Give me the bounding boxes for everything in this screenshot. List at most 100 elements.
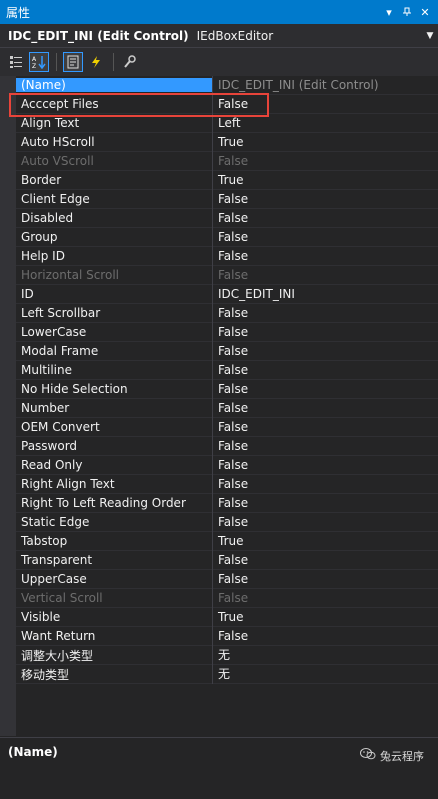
property-name: No Hide Selection xyxy=(21,382,128,396)
property-value[interactable]: False xyxy=(212,208,438,228)
property-grid: (Name) IDC_EDIT_INI (Edit Control) Accce… xyxy=(0,75,438,736)
property-value[interactable]: False xyxy=(212,569,438,589)
property-value[interactable]: False xyxy=(212,588,438,608)
property-value[interactable]: False xyxy=(212,94,438,114)
property-value[interactable]: False xyxy=(212,303,438,323)
property-value[interactable]: Left xyxy=(212,113,438,133)
property-row[interactable]: Vertical Scroll False xyxy=(16,588,438,608)
property-name: Right To Left Reading Order xyxy=(21,496,186,510)
property-row[interactable]: Transparent False xyxy=(16,550,438,570)
property-row[interactable]: Border True xyxy=(16,170,438,190)
property-row[interactable]: Want Return False xyxy=(16,626,438,646)
alphabetical-icon[interactable]: AZ xyxy=(29,52,49,72)
property-name: Help ID xyxy=(21,249,65,263)
property-row[interactable]: 调整大小类型 无 xyxy=(16,645,438,665)
property-value[interactable]: False xyxy=(212,246,438,266)
property-row[interactable]: Modal Frame False xyxy=(16,341,438,361)
property-row[interactable]: Static Edge False xyxy=(16,512,438,532)
object-name: IDC_EDIT_INI (Edit Control) xyxy=(8,28,189,43)
property-pages-icon[interactable] xyxy=(120,52,140,72)
property-value[interactable]: True xyxy=(212,170,438,190)
property-row[interactable]: Align Text Left xyxy=(16,113,438,133)
property-row[interactable]: OEM Convert False xyxy=(16,417,438,437)
events-icon[interactable] xyxy=(86,52,106,72)
description-pane: (Name) 兔云程序 xyxy=(0,737,438,799)
property-name: Disabled xyxy=(21,211,74,225)
property-value[interactable]: False xyxy=(212,474,438,494)
property-value[interactable]: False xyxy=(212,322,438,342)
property-row[interactable]: Help ID False xyxy=(16,246,438,266)
property-value[interactable]: False xyxy=(212,360,438,380)
property-row-name[interactable]: (Name) IDC_EDIT_INI (Edit Control) xyxy=(16,75,438,95)
property-value[interactable]: True xyxy=(212,607,438,627)
property-row[interactable]: Auto HScroll True xyxy=(16,132,438,152)
object-type: IEdBoxEditor xyxy=(196,28,274,43)
property-name: 移动类型 xyxy=(21,667,70,682)
property-row[interactable]: Disabled False xyxy=(16,208,438,228)
grid-gutter xyxy=(0,76,16,736)
property-value[interactable]: False xyxy=(212,626,438,646)
property-value[interactable]: False xyxy=(212,550,438,570)
property-row[interactable]: Client Edge False xyxy=(16,189,438,209)
property-name: Acccept Files xyxy=(21,97,99,111)
property-name: Static Edge xyxy=(21,515,90,529)
property-value[interactable]: False xyxy=(212,436,438,456)
svg-text:Z: Z xyxy=(32,63,36,69)
property-value[interactable]: False xyxy=(212,379,438,399)
close-icon[interactable]: ✕ xyxy=(416,0,434,24)
property-row[interactable]: 移动类型 无 xyxy=(16,664,438,684)
property-value[interactable]: False xyxy=(212,493,438,513)
property-name: UpperCase xyxy=(21,572,87,586)
property-row[interactable]: UpperCase False xyxy=(16,569,438,589)
property-value[interactable]: True xyxy=(212,531,438,551)
toolbar-separator xyxy=(56,53,57,71)
property-row[interactable]: Multiline False xyxy=(16,360,438,380)
property-row[interactable]: Number False xyxy=(16,398,438,418)
property-value[interactable]: 无 xyxy=(212,664,438,684)
property-name: Modal Frame xyxy=(21,344,99,358)
chevron-down-icon[interactable]: ▼ xyxy=(422,31,438,41)
description-title: (Name) xyxy=(8,745,58,759)
property-row[interactable]: No Hide Selection False xyxy=(16,379,438,399)
watermark: 兔云程序 xyxy=(360,747,424,764)
property-name: Align Text xyxy=(21,116,80,130)
property-row[interactable]: Right Align Text False xyxy=(16,474,438,494)
property-row[interactable]: Tabstop True xyxy=(16,531,438,551)
properties-icon[interactable] xyxy=(63,52,83,72)
property-row[interactable]: Password False xyxy=(16,436,438,456)
property-row[interactable]: Group False xyxy=(16,227,438,247)
property-value[interactable]: False xyxy=(212,417,438,437)
pin-icon[interactable] xyxy=(398,0,416,24)
property-name: LowerCase xyxy=(21,325,87,339)
categorized-icon[interactable] xyxy=(6,52,26,72)
property-value[interactable]: False xyxy=(212,512,438,532)
property-row[interactable]: Auto VScroll False xyxy=(16,151,438,171)
property-value[interactable]: False xyxy=(212,227,438,247)
watermark-text: 兔云程序 xyxy=(380,749,424,763)
property-row[interactable]: Left Scrollbar False xyxy=(16,303,438,323)
property-row[interactable]: Right To Left Reading Order False xyxy=(16,493,438,513)
property-value[interactable]: IDC_EDIT_INI (Edit Control) xyxy=(212,75,438,95)
property-value[interactable]: 无 xyxy=(212,645,438,665)
title-bar: 属性 ▾ ✕ xyxy=(0,0,438,24)
property-value[interactable]: False xyxy=(212,189,438,209)
property-value[interactable]: False xyxy=(212,341,438,361)
property-name: 调整大小类型 xyxy=(21,648,94,663)
property-row[interactable]: Read Only False xyxy=(16,455,438,475)
property-name: Group xyxy=(21,230,58,244)
property-row[interactable]: ID IDC_EDIT_INI xyxy=(16,284,438,304)
property-value[interactable]: False xyxy=(212,265,438,285)
property-row[interactable]: Visible True xyxy=(16,607,438,627)
property-value[interactable]: True xyxy=(212,132,438,152)
property-value[interactable]: False xyxy=(212,455,438,475)
property-value[interactable]: IDC_EDIT_INI xyxy=(212,284,438,304)
property-row[interactable]: LowerCase False xyxy=(16,322,438,342)
property-row[interactable]: Acccept Files False xyxy=(16,94,438,114)
dropdown-icon[interactable]: ▾ xyxy=(380,0,398,24)
property-row[interactable]: Horizontal Scroll False xyxy=(16,265,438,285)
object-selector[interactable]: IDC_EDIT_INI (Edit Control) IEdBoxEditor… xyxy=(0,24,438,48)
property-value[interactable]: False xyxy=(212,151,438,171)
svg-text:A: A xyxy=(32,56,37,63)
property-name: Want Return xyxy=(21,629,96,643)
property-value[interactable]: False xyxy=(212,398,438,418)
